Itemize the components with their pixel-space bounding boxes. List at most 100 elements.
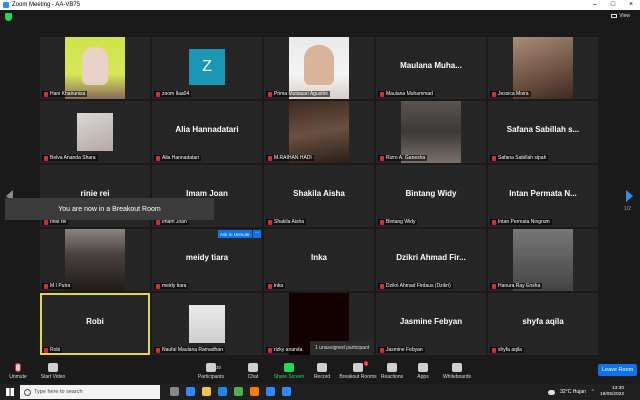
minimize-button[interactable]: – (586, 0, 604, 10)
participant-tile[interactable]: Inka inka (264, 229, 374, 291)
participant-display-name: Jasmine Febyan (399, 317, 463, 326)
muted-mic-icon (44, 91, 48, 97)
muted-mic-icon (268, 91, 272, 97)
edge-browser-icon[interactable] (218, 387, 227, 396)
participant-video (77, 113, 113, 151)
breakout-badge: 1 (364, 361, 369, 366)
zoom-taskbar-icon[interactable] (186, 387, 195, 396)
unmute-label: Unmute (9, 374, 27, 380)
participant-tile[interactable]: Robi Robi (40, 293, 150, 355)
participant-tile[interactable]: Naufal Maulana Ramadhan (152, 293, 262, 355)
reactions-label: Reactions (380, 374, 404, 380)
close-button[interactable]: × (622, 0, 640, 10)
participant-name-tag: Rizro A. Ganesha (378, 155, 428, 161)
muted-mic-icon (492, 91, 496, 97)
participant-tile[interactable]: Bintang Widy Bintang Widy (376, 165, 486, 227)
participant-display-name: Dzikri Ahmad Fir... (396, 253, 466, 262)
participant-tile[interactable]: Rizro A. Ganesha (376, 101, 486, 163)
zoom-secondary-taskbar-icon[interactable] (282, 387, 291, 396)
participant-video (289, 101, 349, 163)
participant-tile[interactable]: shyfa aqila shyfa aqila (488, 293, 598, 355)
participant-display-name: rinie rei (80, 189, 110, 198)
start-video-label: Start Video (40, 374, 66, 380)
participant-tile[interactable]: Hanura Ray Ensha (488, 229, 598, 291)
participant-video (65, 37, 125, 99)
leave-room-label: Leave Room (598, 364, 638, 376)
view-grid-icon (611, 14, 618, 18)
taskbar-clock[interactable]: 13:30 19/05/2022 (600, 386, 624, 398)
security-shield-icon[interactable] (5, 13, 12, 21)
participant-tile[interactable]: Dzikri Ahmad Fir... Dzikri Ahmad Firdaus … (376, 229, 486, 291)
unassigned-participant-label[interactable]: 1 unassigned participant (310, 341, 375, 355)
participant-video (401, 101, 461, 163)
muted-mic-icon (44, 155, 48, 161)
muted-mic-icon (268, 155, 272, 161)
participant-name-label: Dzikri Ahmad Firdaus (Dzikri) (386, 283, 451, 289)
next-page-arrow-icon[interactable] (626, 190, 633, 202)
file-explorer-icon[interactable] (202, 387, 211, 396)
windows-start-icon[interactable] (6, 388, 14, 396)
muted-mic-icon (156, 219, 160, 225)
participant-tile[interactable]: Intan Permata N... Intan Permata Ningrum (488, 165, 598, 227)
leave-room-button[interactable]: Leave Room (598, 364, 638, 376)
task-view-icon[interactable] (170, 387, 179, 396)
participants-button[interactable]: 30 Participants (191, 363, 231, 380)
whiteboards-button[interactable]: Whiteboards (437, 363, 477, 380)
title-bar: Zoom Meeting - AA-VB75 – □ × (0, 0, 640, 10)
participant-tile[interactable]: Shakila Aisha Shakila Aisha (264, 165, 374, 227)
whiteboard-icon (452, 363, 462, 372)
muted-mic-icon (268, 347, 272, 353)
participant-tile[interactable]: M.RAIHAN HADI (264, 101, 374, 163)
participant-tile[interactable]: Safana Sabillah s... Safana Sabillah sipa… (488, 101, 598, 163)
start-video-button[interactable]: Start Video (33, 363, 73, 380)
chrome-browser-icon[interactable] (234, 387, 243, 396)
participant-name-label: meidy tiara (162, 283, 187, 289)
apps-label: Apps (417, 374, 429, 380)
record-icon (317, 363, 327, 372)
view-label: View (619, 13, 630, 19)
participant-name-tag: Jessica Moira (490, 91, 531, 97)
taskbar-search-box[interactable]: Type here to search (20, 385, 160, 399)
record-button[interactable]: Record (302, 363, 342, 380)
view-button[interactable]: View (611, 13, 630, 19)
participant-name-tag: Alia Hannadatari (154, 155, 201, 161)
participant-name-label: Belva Ananda Shara (50, 155, 96, 161)
chat-button[interactable]: Chat (233, 363, 273, 380)
participants-label: Participants (197, 374, 225, 380)
participant-tile[interactable]: Jessica Moira (488, 37, 598, 99)
maximize-button[interactable]: □ (604, 0, 622, 10)
participant-name-label: M.RAIHAN HADI (274, 155, 312, 161)
participant-tile[interactable]: Maulana Muha... Maulana Muhammad (376, 37, 486, 99)
participant-video (289, 37, 349, 99)
muted-mic-icon (492, 347, 496, 353)
participant-name-tag: rizky ananda (266, 347, 305, 353)
participant-name-label: Rizro A. Ganesha (386, 155, 426, 161)
participant-tile[interactable]: M I Putra (40, 229, 150, 291)
muted-mic-icon (380, 155, 384, 161)
participant-name-tag: Safana Sabillah sipah (490, 155, 549, 161)
zoom-app-icon (3, 2, 9, 8)
ask-to-unmute-button[interactable]: Ask to Unmute (218, 230, 252, 238)
participant-tile[interactable]: Belva Ananda Shara (40, 101, 150, 163)
tray-arrow-icon[interactable]: ⌃ (591, 389, 595, 395)
participant-name-label: rizky ananda (274, 347, 303, 353)
participant-tile[interactable]: Jasmine Febyan Jasmine Febyan (376, 293, 486, 355)
participant-name-label: Bintang Widy (386, 219, 416, 225)
participant-name-tag: zoom Ilaa04 (154, 91, 192, 97)
muted-mic-icon (380, 91, 384, 97)
participant-avatar: Z (189, 49, 225, 85)
participant-tile[interactable]: meidy tiara meidy tiara (152, 229, 262, 291)
store-icon[interactable] (250, 387, 259, 396)
participant-name-label: zoom Ilaa04 (162, 91, 190, 97)
weather-text: 32°C Hujan (560, 389, 586, 395)
participant-tile[interactable]: Hani Khairunisa (40, 37, 150, 99)
participant-name-tag: meidy tiara (154, 283, 189, 289)
search-icon (24, 388, 31, 396)
muted-mic-icon (156, 283, 160, 289)
participant-more-button[interactable]: ··· (253, 230, 261, 238)
participant-name-tag: shyfa aqila (490, 347, 524, 353)
participant-tile[interactable]: Zzoom Ilaa04 (152, 37, 262, 99)
zoom-meetings-taskbar-icon[interactable] (266, 387, 275, 396)
participant-tile[interactable]: Alia Hannadatari Alia Hannadatari (152, 101, 262, 163)
participant-tile[interactable]: Prima Mutiasari Agustini (264, 37, 374, 99)
